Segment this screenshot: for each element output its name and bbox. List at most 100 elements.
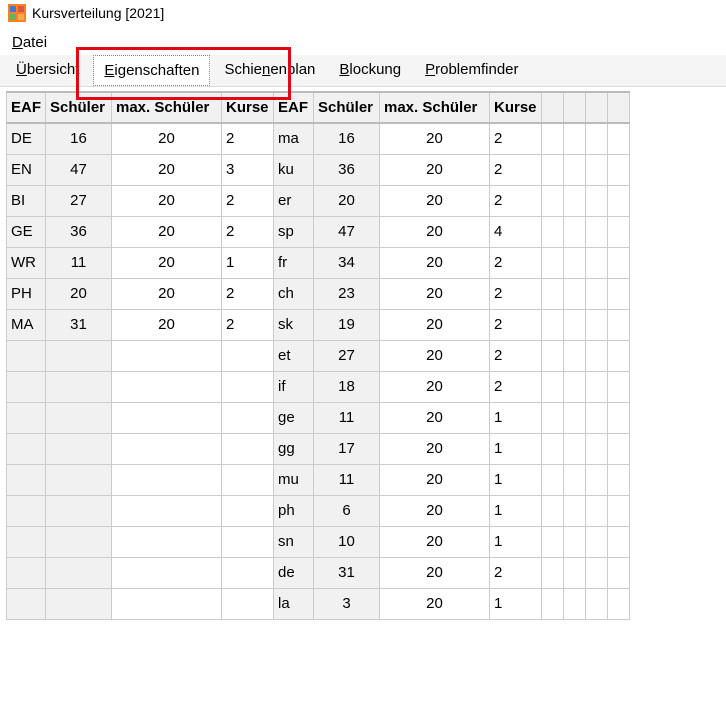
- cell-schueler[interactable]: 36: [314, 154, 380, 185]
- cell-schueler[interactable]: 10: [314, 526, 380, 557]
- cell-empty[interactable]: [586, 154, 608, 185]
- cell-kurse[interactable]: 2: [222, 278, 274, 309]
- cell-kurse[interactable]: 3: [222, 154, 274, 185]
- cell-max[interactable]: [112, 402, 222, 433]
- cell-max[interactable]: [112, 526, 222, 557]
- cell-max[interactable]: [112, 588, 222, 619]
- cell-empty[interactable]: [586, 371, 608, 402]
- cell-schueler[interactable]: [46, 588, 112, 619]
- cell-max[interactable]: 20: [380, 185, 490, 216]
- cell-empty[interactable]: [564, 278, 586, 309]
- cell-kurse[interactable]: [222, 526, 274, 557]
- cell-schueler[interactable]: 27: [46, 185, 112, 216]
- cell-empty[interactable]: [564, 433, 586, 464]
- cell-kurse[interactable]: [222, 433, 274, 464]
- cell-eaf[interactable]: er: [274, 185, 314, 216]
- cell-schueler[interactable]: 17: [314, 433, 380, 464]
- cell-kurse[interactable]: 1: [222, 247, 274, 278]
- cell-max[interactable]: [112, 371, 222, 402]
- cell-kurse[interactable]: 1: [490, 526, 542, 557]
- cell-empty[interactable]: [542, 371, 564, 402]
- cell-schueler[interactable]: 19: [314, 309, 380, 340]
- cell-schueler[interactable]: [46, 557, 112, 588]
- cell-empty[interactable]: [542, 495, 564, 526]
- cell-schueler[interactable]: 47: [314, 216, 380, 247]
- cell-eaf[interactable]: [7, 588, 46, 619]
- cell-schueler[interactable]: 16: [46, 123, 112, 154]
- cell-eaf[interactable]: gg: [274, 433, 314, 464]
- cell-max[interactable]: 20: [380, 340, 490, 371]
- cell-empty[interactable]: [542, 557, 564, 588]
- cell-empty[interactable]: [542, 185, 564, 216]
- cell-empty[interactable]: [608, 526, 630, 557]
- cell-empty[interactable]: [564, 185, 586, 216]
- cell-empty[interactable]: [586, 278, 608, 309]
- cell-eaf[interactable]: ge: [274, 402, 314, 433]
- cell-max[interactable]: 20: [112, 185, 222, 216]
- col-header[interactable]: max. Schüler: [112, 92, 222, 123]
- col-header[interactable]: Kurse: [490, 92, 542, 123]
- cell-eaf[interactable]: MA: [7, 309, 46, 340]
- cell-empty[interactable]: [542, 309, 564, 340]
- cell-schueler[interactable]: 31: [314, 557, 380, 588]
- col-header-empty[interactable]: [586, 92, 608, 123]
- cell-empty[interactable]: [608, 433, 630, 464]
- cell-eaf[interactable]: sn: [274, 526, 314, 557]
- cell-kurse[interactable]: [222, 340, 274, 371]
- cell-empty[interactable]: [542, 464, 564, 495]
- cell-empty[interactable]: [608, 154, 630, 185]
- cell-eaf[interactable]: sk: [274, 309, 314, 340]
- cell-empty[interactable]: [608, 557, 630, 588]
- cell-empty[interactable]: [586, 557, 608, 588]
- cell-max[interactable]: 20: [380, 464, 490, 495]
- cell-schueler[interactable]: 20: [46, 278, 112, 309]
- cell-kurse[interactable]: 2: [490, 154, 542, 185]
- cell-eaf[interactable]: [7, 402, 46, 433]
- cell-empty[interactable]: [542, 154, 564, 185]
- cell-empty[interactable]: [608, 340, 630, 371]
- cell-eaf[interactable]: de: [274, 557, 314, 588]
- cell-eaf[interactable]: ph: [274, 495, 314, 526]
- cell-eaf[interactable]: DE: [7, 123, 46, 154]
- tab-eigenschaften[interactable]: Eigenschaften: [93, 55, 210, 86]
- cell-max[interactable]: 20: [112, 309, 222, 340]
- cell-empty[interactable]: [586, 216, 608, 247]
- tab-übersicht[interactable]: Übersicht: [6, 55, 89, 86]
- cell-empty[interactable]: [564, 526, 586, 557]
- cell-empty[interactable]: [586, 464, 608, 495]
- cell-empty[interactable]: [564, 340, 586, 371]
- cell-empty[interactable]: [564, 495, 586, 526]
- cell-empty[interactable]: [608, 495, 630, 526]
- cell-eaf[interactable]: [7, 495, 46, 526]
- cell-schueler[interactable]: 18: [314, 371, 380, 402]
- cell-max[interactable]: 20: [380, 495, 490, 526]
- cell-kurse[interactable]: 4: [490, 216, 542, 247]
- col-header-empty[interactable]: [564, 92, 586, 123]
- cell-kurse[interactable]: 1: [490, 402, 542, 433]
- cell-eaf[interactable]: [7, 557, 46, 588]
- col-header-empty[interactable]: [542, 92, 564, 123]
- cell-kurse[interactable]: 2: [490, 247, 542, 278]
- cell-empty[interactable]: [586, 123, 608, 154]
- menu-item-datei[interactable]: Datei: [8, 32, 51, 53]
- cell-schueler[interactable]: [46, 340, 112, 371]
- cell-max[interactable]: 20: [380, 309, 490, 340]
- cell-eaf[interactable]: EN: [7, 154, 46, 185]
- cell-schueler[interactable]: 23: [314, 278, 380, 309]
- cell-empty[interactable]: [586, 495, 608, 526]
- cell-schueler[interactable]: 11: [314, 464, 380, 495]
- properties-table[interactable]: EAFSchülermax. SchülerKurseEAFSchülermax…: [6, 91, 630, 620]
- cell-max[interactable]: 20: [380, 247, 490, 278]
- cell-empty[interactable]: [586, 526, 608, 557]
- cell-empty[interactable]: [564, 123, 586, 154]
- cell-empty[interactable]: [608, 185, 630, 216]
- cell-eaf[interactable]: [7, 526, 46, 557]
- cell-eaf[interactable]: ma: [274, 123, 314, 154]
- cell-kurse[interactable]: 2: [490, 557, 542, 588]
- cell-max[interactable]: 20: [380, 433, 490, 464]
- cell-empty[interactable]: [608, 216, 630, 247]
- col-header[interactable]: EAF: [7, 92, 46, 123]
- cell-empty[interactable]: [608, 123, 630, 154]
- cell-kurse[interactable]: 2: [490, 185, 542, 216]
- cell-kurse[interactable]: 2: [222, 123, 274, 154]
